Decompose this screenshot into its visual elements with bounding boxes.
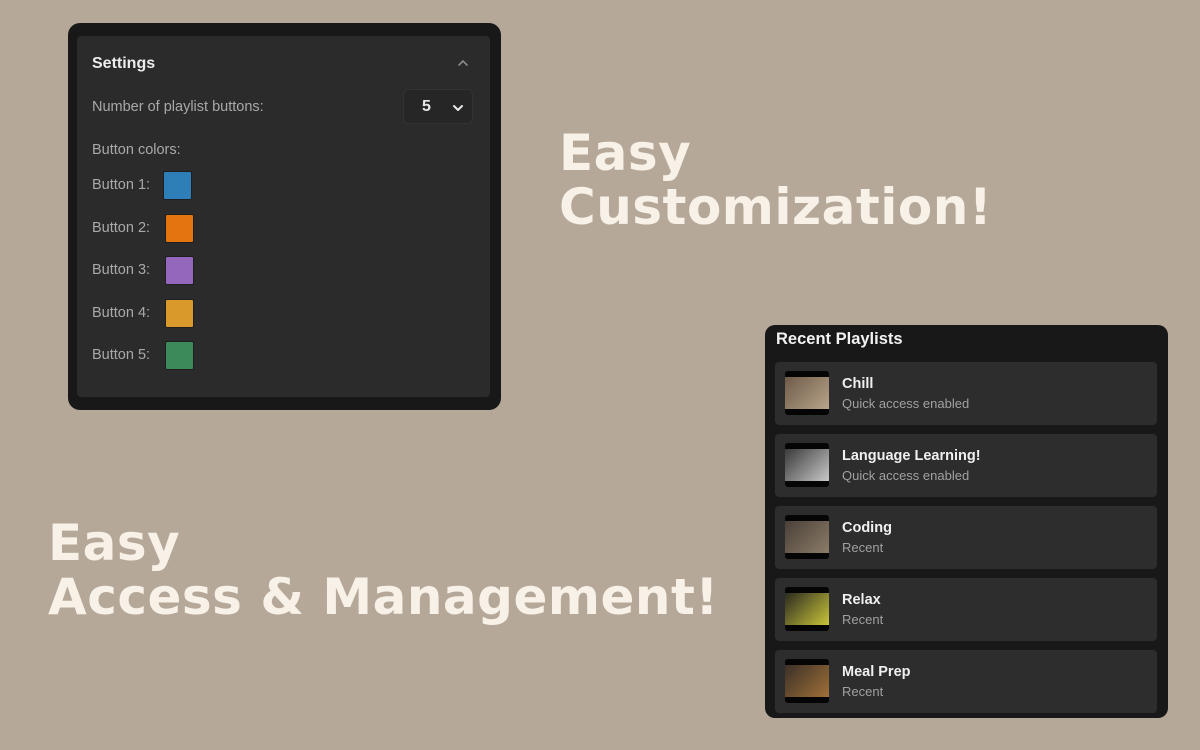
playlist-thumbnail	[785, 371, 829, 415]
playlist-name: Language Learning!	[842, 448, 981, 464]
button-3-label: Button 3:	[92, 262, 151, 278]
playlist-buttons-select[interactable]: 5	[403, 89, 473, 124]
button-5-label: Button 5:	[92, 347, 151, 363]
playlist-status: Quick access enabled	[842, 396, 970, 411]
access-headline: Easy Access & Management!	[48, 516, 719, 624]
playlist-item-relax[interactable]: Relax Recent	[775, 578, 1157, 641]
headline-top-line-1: Easy	[559, 124, 692, 182]
button-1-color-swatch[interactable]	[163, 171, 192, 200]
recent-playlists-window: Recent Playlists Chill Quick access enab…	[765, 325, 1168, 718]
button-5-color-swatch[interactable]	[165, 341, 194, 370]
button-1-label: Button 1:	[92, 177, 151, 193]
chevron-up-icon[interactable]	[456, 56, 470, 70]
playlist-thumbnail	[785, 587, 829, 631]
settings-panel: Settings Number of playlist buttons: 5 B…	[77, 36, 490, 397]
playlist-name: Relax	[842, 592, 881, 608]
playlist-name: Meal Prep	[842, 664, 911, 680]
button-colors-label: Button colors:	[92, 142, 181, 158]
playlist-status: Recent	[842, 612, 884, 627]
playlist-thumbnail	[785, 515, 829, 559]
settings-window: Settings Number of playlist buttons: 5 B…	[68, 23, 501, 410]
playlist-item-chill[interactable]: Chill Quick access enabled	[775, 362, 1157, 425]
recent-playlists-title: Recent Playlists	[776, 330, 903, 348]
playlist-status: Recent	[842, 684, 884, 699]
playlist-status: Recent	[842, 540, 884, 555]
playlist-item-language-learning[interactable]: Language Learning! Quick access enabled	[775, 434, 1157, 497]
button-4-label: Button 4:	[92, 305, 151, 321]
button-2-color-swatch[interactable]	[165, 214, 194, 243]
playlist-buttons-label: Number of playlist buttons:	[92, 99, 264, 115]
playlist-item-coding[interactable]: Coding Recent	[775, 506, 1157, 569]
button-4-color-swatch[interactable]	[165, 299, 194, 328]
customization-headline: Easy Customization!	[559, 126, 992, 234]
chevron-down-icon	[452, 101, 464, 113]
headline-top-line-2: Customization!	[559, 178, 993, 236]
playlist-name: Coding	[842, 520, 892, 536]
headline-bottom-line-1: Easy	[48, 514, 181, 572]
playlist-thumbnail	[785, 659, 829, 703]
playlist-name: Chill	[842, 376, 874, 392]
playlist-buttons-value: 5	[422, 98, 431, 115]
button-3-color-swatch[interactable]	[165, 256, 194, 285]
settings-title: Settings	[92, 55, 156, 72]
headline-bottom-line-2: Access & Management!	[48, 568, 719, 626]
button-2-label: Button 2:	[92, 220, 151, 236]
playlist-status: Quick access enabled	[842, 468, 970, 483]
playlist-thumbnail	[785, 443, 829, 487]
playlist-item-meal-prep[interactable]: Meal Prep Recent	[775, 650, 1157, 713]
